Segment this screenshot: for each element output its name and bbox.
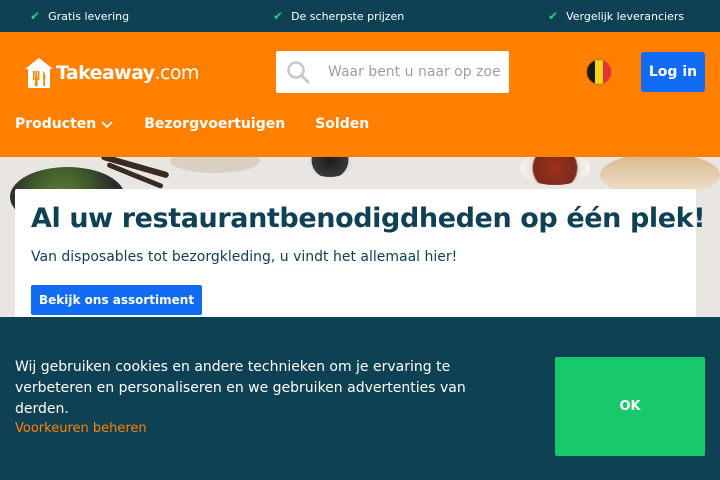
hero-banner: Al uw restaurantbenodigdheden op één ple… — [0, 157, 720, 317]
sauce-bowl-image — [305, 157, 355, 177]
food-bowl-image — [520, 157, 590, 185]
check-icon: ✔ — [30, 9, 41, 23]
cookie-text: Wij gebruiken cookies en andere techniek… — [15, 359, 466, 417]
site-header: Takeaway.com Log in Producten Bezorgvoer… — [0, 32, 720, 157]
cookie-banner: Wij gebruiken cookies en andere techniek… — [0, 317, 720, 480]
search-input[interactable] — [320, 52, 500, 92]
usp-label: Vergelijk leveranciers — [566, 9, 685, 23]
house-fork-knife-icon — [25, 58, 53, 88]
usp-bar: ✔ Gratis levering ✔ De scherpste prijzen… — [0, 0, 720, 32]
usp-label: De scherpste prijzen — [291, 9, 405, 23]
nav-item-solden[interactable]: Solden — [315, 116, 369, 132]
nav-item-producten[interactable]: Producten — [15, 116, 114, 132]
nav-label: Solden — [315, 116, 370, 132]
usp-label: Gratis levering — [48, 9, 130, 23]
hero-title: Al uw restaurantbenodigdheden op één ple… — [31, 203, 706, 234]
check-icon: ✔ — [273, 9, 284, 23]
hero-subtitle: Van disposables tot bezorgkleding, u vin… — [31, 249, 458, 265]
main-nav: Producten Bezorgvoertuigen Solden — [15, 114, 399, 134]
login-button[interactable]: Log in — [641, 52, 705, 92]
logo-wordmark: Takeaway.com — [56, 62, 199, 84]
search-icon[interactable] — [276, 51, 320, 93]
takeaway-logo[interactable]: Takeaway.com — [24, 56, 199, 90]
manage-preferences-link[interactable]: Voorkeuren beheren — [15, 421, 147, 436]
view-assortment-button[interactable]: Bekijk ons assortiment — [31, 285, 203, 315]
food-image — [170, 157, 260, 173]
chevron-down-icon — [101, 121, 113, 129]
belgium-flag-icon[interactable] — [587, 60, 611, 84]
nav-label: Producten — [15, 116, 97, 132]
search-box — [276, 51, 509, 93]
nav-label: Bezorgvoertuigen — [144, 116, 286, 132]
hero-card: Al uw restaurantbenodigdheden op één ple… — [15, 189, 706, 317]
nav-item-bezorgvoertuigen[interactable]: Bezorgvoertuigen — [144, 116, 285, 132]
cookie-ok-button[interactable]: OK — [555, 357, 705, 456]
usp-item: ✔ Vergelijk leveranciers — [548, 0, 684, 32]
usp-item: ✔ De scherpste prijzen — [273, 0, 404, 32]
usp-item: ✔ Gratis levering — [30, 0, 129, 32]
check-icon: ✔ — [548, 9, 559, 23]
